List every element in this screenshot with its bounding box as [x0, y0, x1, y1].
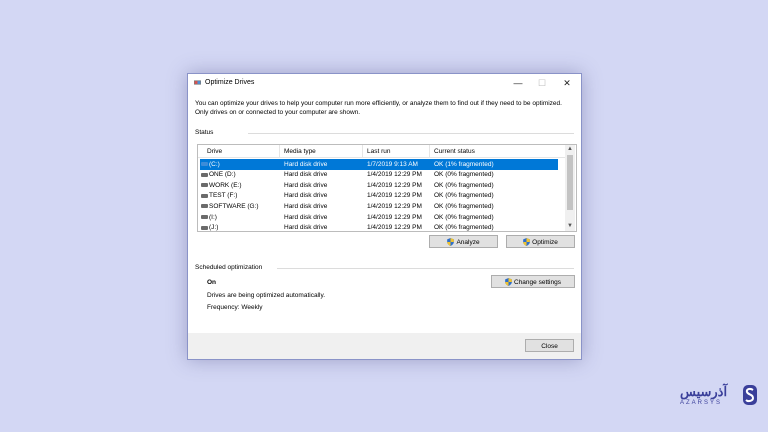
schedule-frequency: Frequency: Weekly — [207, 304, 263, 311]
drive-media-type: Hard disk drive — [284, 224, 328, 232]
drives-list-scrollbar[interactable]: ▲ ▼ — [565, 145, 575, 231]
drive-row[interactable]: (C:) Hard disk drive 1/7/2019 9:13 AM OK… — [200, 159, 558, 170]
drive-last-run: 1/4/2019 12:29 PM — [367, 202, 422, 210]
dialog-footer: Close — [188, 333, 581, 359]
optimize-button[interactable]: Optimize — [506, 235, 575, 248]
drive-last-run: 1/4/2019 12:29 PM — [367, 181, 422, 189]
drives-list[interactable]: Drive Media type Last run Current status… — [197, 144, 577, 232]
drive-name: (I:) — [209, 213, 217, 221]
schedule-state: On — [207, 279, 217, 286]
close-button[interactable]: Close — [525, 339, 574, 352]
uac-shield-icon — [447, 238, 455, 247]
minimize-button[interactable]: — — [507, 76, 529, 90]
drive-row[interactable]: (I:) Hard disk drive 1/4/2019 12:29 PM O… — [200, 212, 558, 223]
drives-list-header: Drive Media type Last run Current status — [198, 145, 565, 158]
drive-media-type: Hard disk drive — [284, 171, 328, 179]
drive-row[interactable]: SOFTWARE (G:) Hard disk drive 1/4/2019 1… — [200, 201, 558, 212]
maximize-button[interactable]: ☐ — [531, 76, 553, 90]
optimize-button-label: Optimize — [532, 239, 558, 246]
analyze-button-label: Analyze — [456, 239, 480, 246]
drive-icon — [201, 183, 208, 188]
scheduled-divider — [277, 268, 574, 269]
scrollbar-thumb[interactable] — [567, 155, 573, 210]
column-current-status[interactable]: Current status — [434, 148, 475, 155]
status-section-label: Status — [195, 129, 214, 136]
drive-row[interactable]: WORK (E:) Hard disk drive 1/4/2019 12:29… — [200, 180, 558, 191]
drive-name: (J:) — [209, 224, 219, 232]
logo-wordmark: آذرسیس — [680, 384, 728, 399]
drive-media-type: Hard disk drive — [284, 213, 328, 221]
drive-status: OK (0% fragmented) — [434, 181, 494, 189]
drive-last-run: 1/4/2019 12:29 PM — [367, 192, 422, 200]
drive-last-run: 1/7/2019 9:13 AM — [367, 160, 418, 168]
scheduled-section-label: Scheduled optimization — [195, 264, 263, 271]
defrag-app-icon — [194, 80, 201, 85]
column-media-type[interactable]: Media type — [284, 148, 316, 155]
uac-shield-icon — [523, 238, 531, 247]
drive-icon — [201, 215, 208, 219]
drive-status: OK (0% fragmented) — [434, 224, 494, 232]
drive-last-run: 1/4/2019 12:29 PM — [367, 171, 422, 179]
description-text: You can optimize your drives to help you… — [195, 100, 562, 116]
title-bar[interactable]: Optimize Drives — ☐ ✕ — [188, 74, 581, 92]
drive-status: OK (0% fragmented) — [434, 213, 494, 221]
azarsys-logo: آذرسیس AZARSYS — [680, 384, 760, 428]
drive-name: WORK (E:) — [209, 181, 242, 189]
drive-last-run: 1/4/2019 12:29 PM — [367, 224, 422, 232]
logo-mark-icon — [743, 385, 757, 405]
drive-icon — [201, 172, 208, 177]
drive-status: OK (0% fragmented) — [434, 192, 494, 200]
drive-media-type: Hard disk drive — [284, 202, 328, 210]
change-settings-label: Change settings — [514, 279, 561, 286]
scroll-down-icon[interactable]: ▼ — [565, 222, 575, 231]
logo-subtitle: AZARSYS — [680, 400, 723, 406]
system-drive-icon — [201, 162, 208, 166]
column-last-run[interactable]: Last run — [367, 148, 391, 155]
drive-media-type: Hard disk drive — [284, 181, 328, 189]
drive-icon — [201, 225, 208, 230]
change-settings-button[interactable]: Change settings — [491, 275, 575, 288]
drive-last-run: 1/4/2019 12:29 PM — [367, 213, 422, 221]
drive-name: ONE (D:) — [209, 171, 236, 179]
drive-status: OK (0% fragmented) — [434, 171, 494, 179]
drive-name: SOFTWARE (G:) — [209, 202, 259, 210]
column-drive[interactable]: Drive — [207, 148, 222, 155]
drive-icon — [201, 193, 208, 198]
drive-name: TEST (F:) — [209, 192, 238, 200]
schedule-message: Drives are being optimized automatically… — [207, 292, 326, 299]
drive-name: (C:) — [209, 160, 220, 168]
drive-status: OK (0% fragmented) — [434, 202, 494, 210]
drive-media-type: Hard disk drive — [284, 160, 328, 168]
uac-shield-icon — [505, 278, 512, 287]
column-separator — [429, 145, 430, 157]
window-title: Optimize Drives — [205, 79, 255, 86]
drive-row[interactable]: TEST (F:) Hard disk drive 1/4/2019 12:29… — [200, 191, 558, 202]
status-divider — [248, 133, 574, 134]
analyze-button[interactable]: Analyze — [429, 235, 498, 248]
drive-row[interactable]: ONE (D:) Hard disk drive 1/4/2019 12:29 … — [200, 170, 558, 181]
drive-media-type: Hard disk drive — [284, 192, 328, 200]
column-separator — [279, 145, 280, 157]
drive-icon — [201, 204, 208, 209]
close-window-button[interactable]: ✕ — [556, 76, 578, 90]
drive-status: OK (1% fragmented) — [434, 160, 494, 168]
optimize-drives-window: Optimize Drives — ☐ ✕ You can optimize y… — [187, 73, 582, 360]
drive-row[interactable]: (J:) Hard disk drive 1/4/2019 12:29 PM O… — [200, 223, 558, 232]
column-separator — [362, 145, 363, 157]
scroll-up-icon[interactable]: ▲ — [565, 145, 575, 154]
